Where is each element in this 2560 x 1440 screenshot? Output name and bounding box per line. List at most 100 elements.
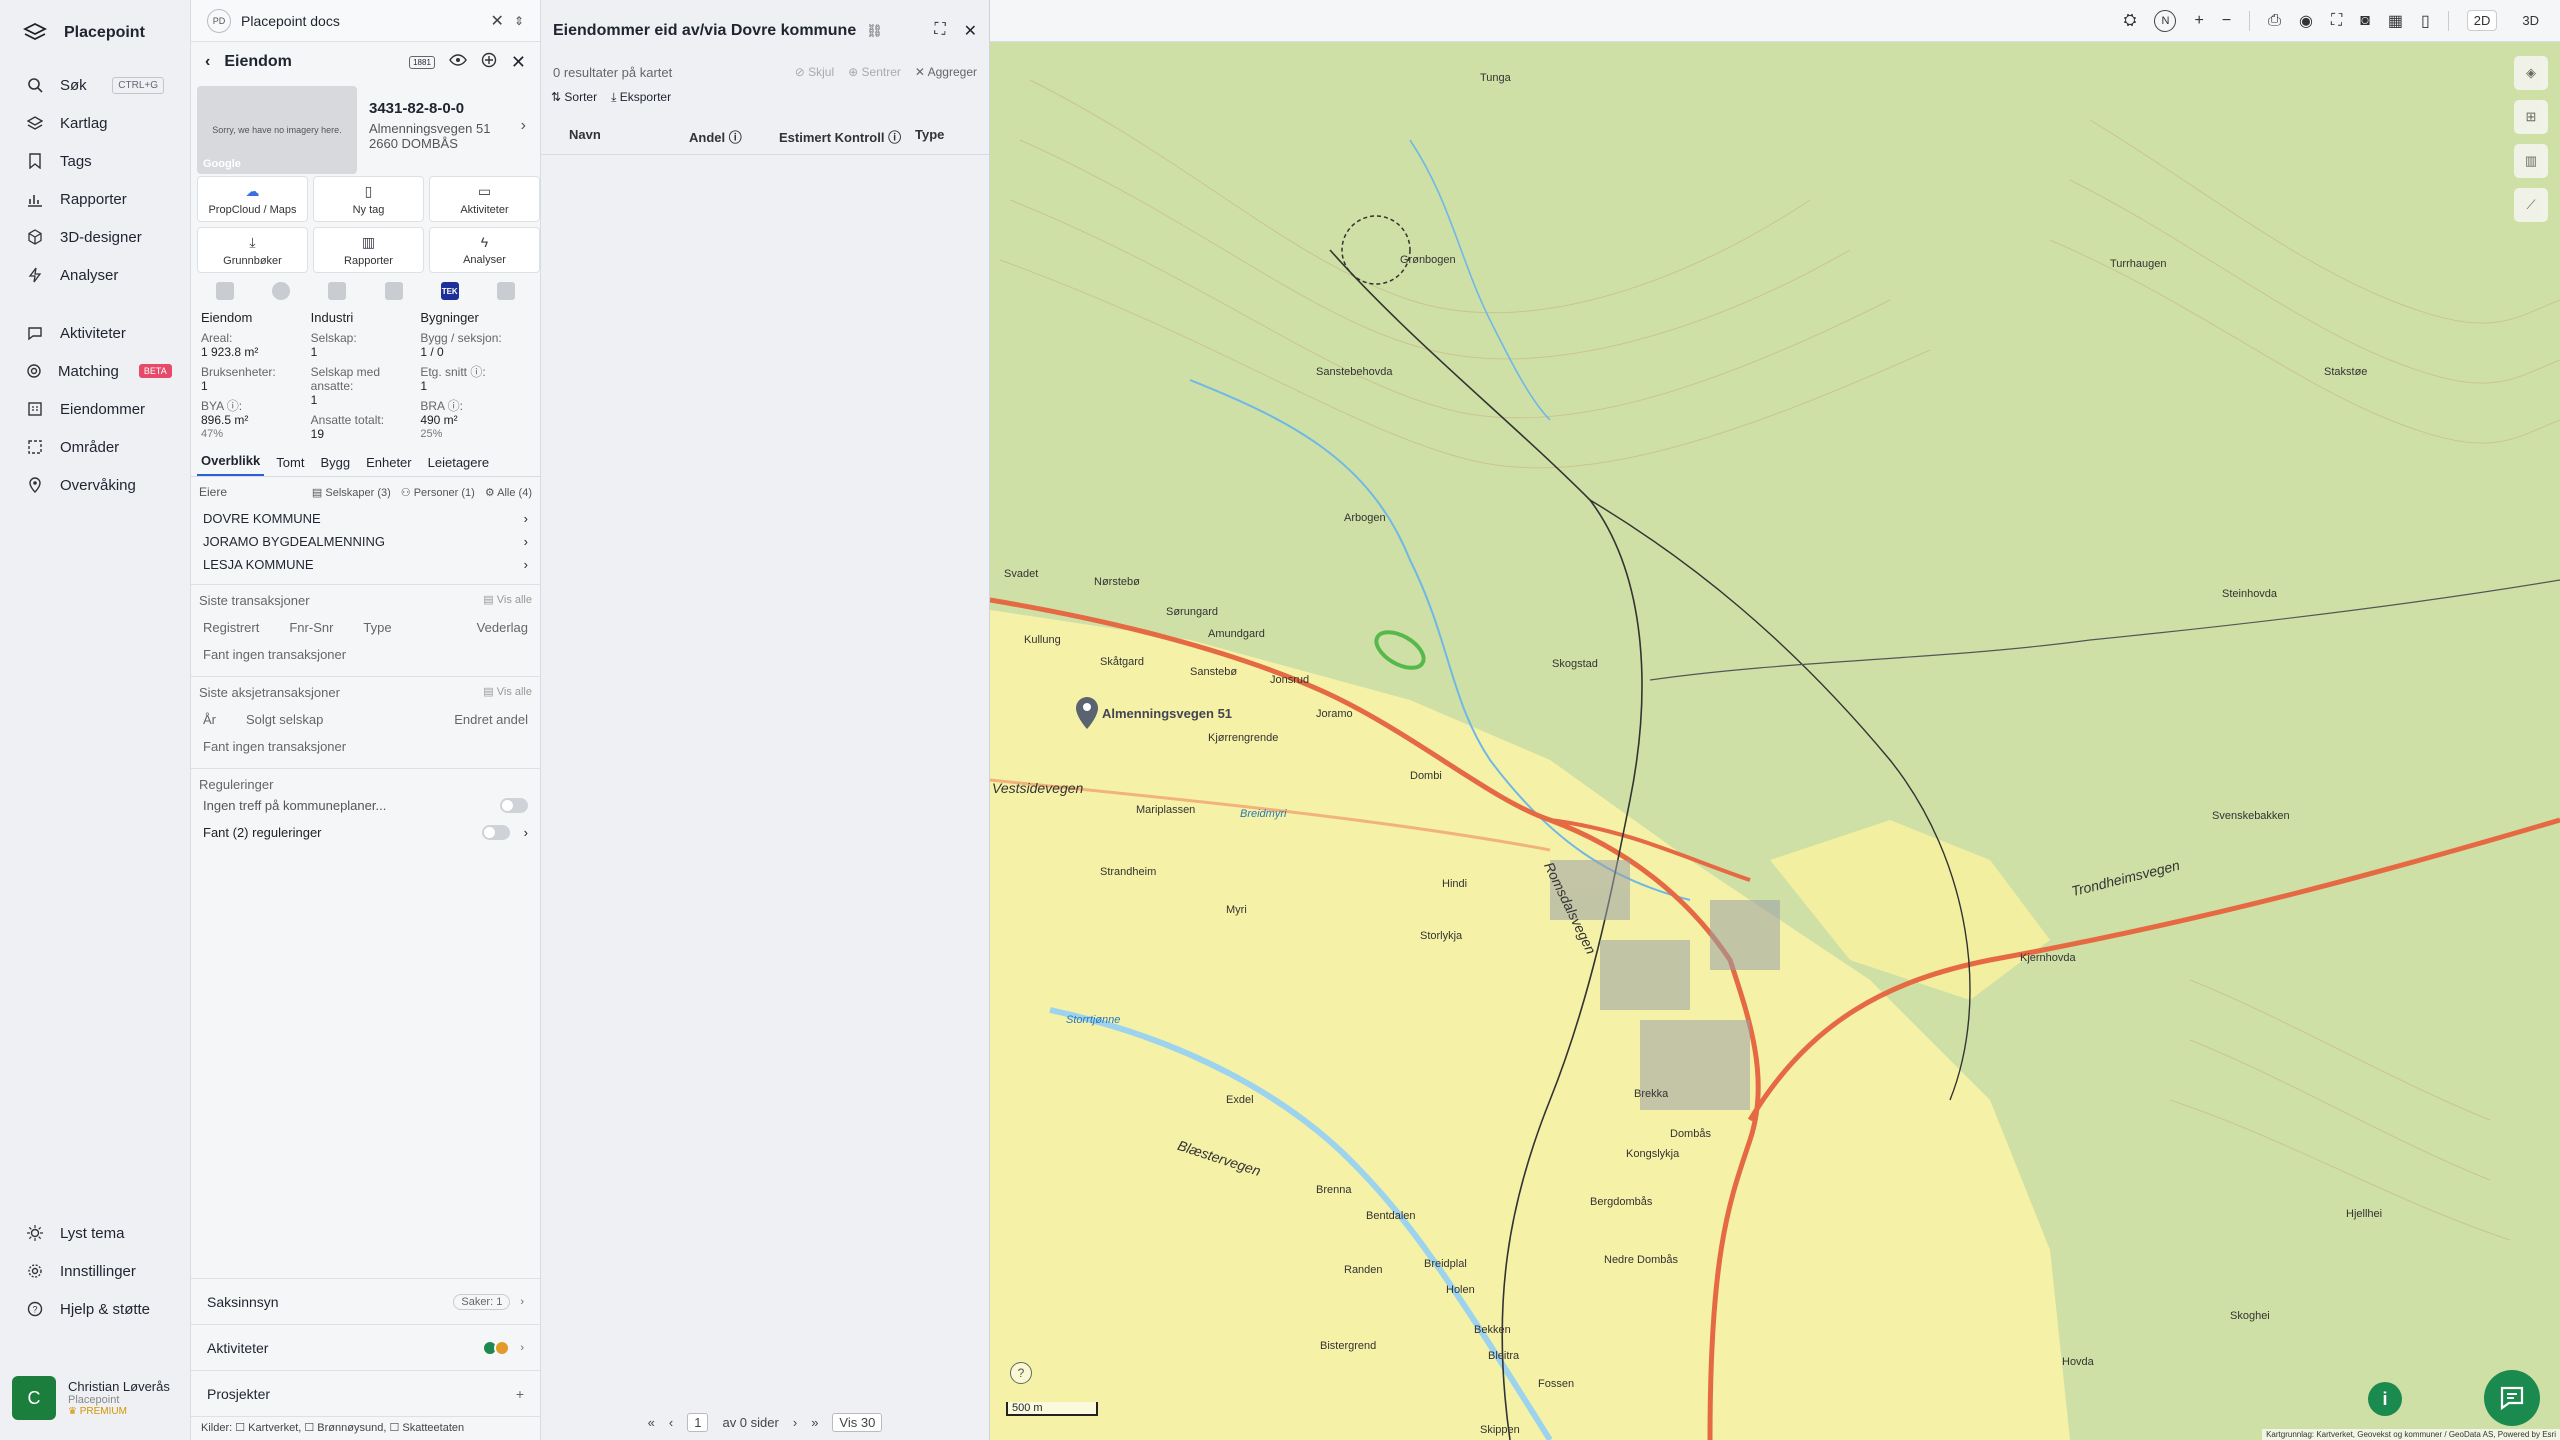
back-icon[interactable]: ‹ (205, 53, 210, 71)
info-button[interactable]: i (2368, 1382, 2402, 1416)
analyses-button[interactable]: ϟ Analyser (429, 227, 540, 273)
grunnboker-button[interactable]: ⤓ Grunnbøker (197, 227, 308, 273)
nav-item-overvaking[interactable]: Overvåking (0, 466, 190, 504)
filter-persons[interactable]: ⚇ Personer (1) (401, 486, 475, 499)
export-button[interactable]: ⤓ Eksporter (611, 90, 671, 105)
owner-item[interactable]: JORAMO BYGDEALMENNING › (191, 530, 540, 553)
docs-title[interactable]: Placepoint docs (241, 13, 340, 29)
prev-page-icon[interactable]: ‹ (669, 1415, 673, 1430)
tab-leietagere[interactable]: Leietagere (424, 455, 493, 476)
page-input[interactable]: 1 (687, 1412, 709, 1432)
owner-item[interactable]: LESJA KOMMUNE › (191, 553, 540, 576)
sort-button[interactable]: ⇅ Sorter (551, 90, 597, 105)
close-icon[interactable]: ✕ (511, 52, 526, 73)
drone-icon[interactable]: ⛭ (2124, 12, 2137, 30)
column-header-estimert-kontroll[interactable]: Estimert Kontroll ⓘ (779, 127, 915, 146)
propcloud-maps-button[interactable]: ☁ PropCloud / Maps (197, 176, 308, 222)
nav-item-kartlag[interactable]: Kartlag (0, 104, 190, 142)
nav-item-aktiviteter[interactable]: Aktiviteter (0, 314, 190, 352)
mode-2d-button[interactable]: 2D (2466, 10, 2498, 31)
bars-logo-icon[interactable] (384, 282, 403, 300)
prosjekter-row[interactable]: Prosjekter + (191, 1370, 540, 1416)
map-layers-button[interactable]: ◈ (2514, 56, 2548, 90)
aggregate-button[interactable]: ✕ Aggreger (915, 65, 977, 79)
column-header-navn[interactable]: Navn (569, 127, 689, 146)
nav-item-theme[interactable]: Lyst tema (0, 1214, 190, 1252)
link-icon[interactable]: ⛓ (866, 23, 883, 39)
regulation-toggle[interactable] (481, 825, 510, 840)
home-logo-icon[interactable] (496, 282, 515, 300)
grid-logo-icon[interactable] (216, 282, 235, 300)
nav-label: Eiendommer (60, 400, 146, 418)
map-help-button[interactable]: ? (1010, 1362, 1032, 1384)
owner-item[interactable]: DOVRE KOMMUNE › (191, 507, 540, 530)
view-all-link[interactable]: ▤ Vis alle (483, 685, 532, 700)
close-icon[interactable]: ✕ (491, 11, 504, 31)
new-tag-button[interactable]: ▯ Ny tag (313, 176, 424, 222)
tab-enheter[interactable]: Enheter (362, 455, 416, 476)
close-icon: ✕ (914, 65, 928, 79)
chat-button[interactable] (2484, 1370, 2540, 1426)
first-page-icon[interactable]: « (648, 1415, 655, 1430)
column-header-type[interactable]: Type (915, 127, 944, 146)
expand-vertical-icon[interactable]: ⇕ (514, 14, 524, 28)
aktiviteter-row[interactable]: Aktiviteter › (191, 1324, 540, 1370)
nav-item-matching[interactable]: Matching BETA (0, 352, 190, 390)
tab-overblikk[interactable]: Overblikk (197, 453, 265, 476)
map-chart-button[interactable]: ▥ (2514, 144, 2548, 178)
nav-item-help[interactable]: ? Hjelp & støtte (0, 1290, 190, 1328)
mode-3d-button[interactable]: 3D (2515, 10, 2546, 31)
1881-icon[interactable]: 1881 (409, 55, 435, 69)
brand[interactable]: Placepoint (0, 0, 190, 66)
bookmark-icon[interactable]: ▯ (2421, 11, 2430, 31)
zoom-out-button[interactable]: − (2222, 12, 2231, 30)
nav-item-omrader[interactable]: Områder (0, 428, 190, 466)
regulation-toggle[interactable] (500, 798, 528, 813)
nav-item-settings[interactable]: Innstillinger (0, 1252, 190, 1290)
compass-north-icon[interactable]: N (2154, 9, 2177, 32)
globe-logo-icon[interactable] (272, 282, 291, 300)
qr-code-icon[interactable]: ▦ (2388, 11, 2403, 31)
column-header-andel[interactable]: Andel ⓘ (689, 127, 779, 146)
tab-bygg[interactable]: Bygg (316, 455, 354, 476)
view-all-link[interactable]: ▤ Vis alle (483, 593, 532, 608)
nav-item-search[interactable]: Søk CTRL+G (0, 66, 190, 104)
reports-button[interactable]: ▥ Rapporter (313, 227, 424, 273)
print-icon[interactable]: ⎙ (2268, 12, 2281, 30)
eye-icon[interactable] (449, 53, 467, 71)
activities-button[interactable]: ▭ Aktiviteter (429, 176, 540, 222)
chevron-right-icon[interactable]: › (521, 117, 534, 135)
zoom-in-button[interactable]: + (2194, 12, 2203, 30)
camera-icon[interactable]: ◙ (2360, 12, 2370, 30)
property-card[interactable]: Sorry, we have no imagery here. Google 3… (191, 82, 540, 174)
last-page-icon[interactable]: » (811, 1415, 818, 1430)
user-profile[interactable]: C Christian Løverås Placepoint ♛ PREMIUM (12, 1372, 178, 1424)
fullscreen-icon[interactable]: ⛶ (2331, 12, 2342, 30)
tab-tomt[interactable]: Tomt (272, 455, 308, 476)
fullscreen-icon[interactable]: ⛶ (934, 21, 945, 41)
hide-button[interactable]: ⊘ Skjul (795, 65, 834, 79)
map-measure-button[interactable]: ⊞ (2514, 100, 2548, 134)
center-button[interactable]: ⊕ Sentrer (848, 65, 901, 79)
add-icon[interactable]: + (516, 1386, 524, 1402)
nav-item-3d-designer[interactable]: 3D-designer (0, 218, 190, 256)
property-actions: ☁ PropCloud / Maps ▯ Ny tag ▭ Aktiviteter ⤓… (191, 174, 540, 275)
filter-companies[interactable]: ▤ Selskaper (3) (312, 486, 391, 499)
nav-item-analyser[interactable]: Analyser (0, 256, 190, 294)
property-marker-icon[interactable] (1074, 694, 1100, 730)
close-icon[interactable]: ✕ (964, 21, 977, 41)
map-canvas[interactable]: Almenningsvegen 51 Tunga Grønbogen Turrh… (990, 0, 2560, 1440)
per-page-select[interactable]: Vis 30 (832, 1412, 883, 1432)
add-circle-icon[interactable] (481, 52, 497, 73)
tek-logo[interactable]: TEK (440, 282, 459, 300)
regulation-row[interactable]: Fant (2) reguleringer › (199, 819, 532, 846)
next-page-icon[interactable]: › (793, 1415, 797, 1430)
saksinnsyn-row[interactable]: Saksinnsyn Saker: 1 › (191, 1278, 540, 1324)
eye-icon[interactable]: ◉ (2299, 11, 2313, 31)
nav-item-tags[interactable]: Tags (0, 142, 190, 180)
map-profile-button[interactable]: ⟋ (2514, 188, 2548, 222)
nav-item-rapporter[interactable]: Rapporter (0, 180, 190, 218)
nav-item-eiendommer[interactable]: Eiendommer (0, 390, 190, 428)
filter-all[interactable]: ⚙ Alle (4) (485, 486, 532, 499)
crown-logo-icon[interactable] (328, 282, 347, 300)
